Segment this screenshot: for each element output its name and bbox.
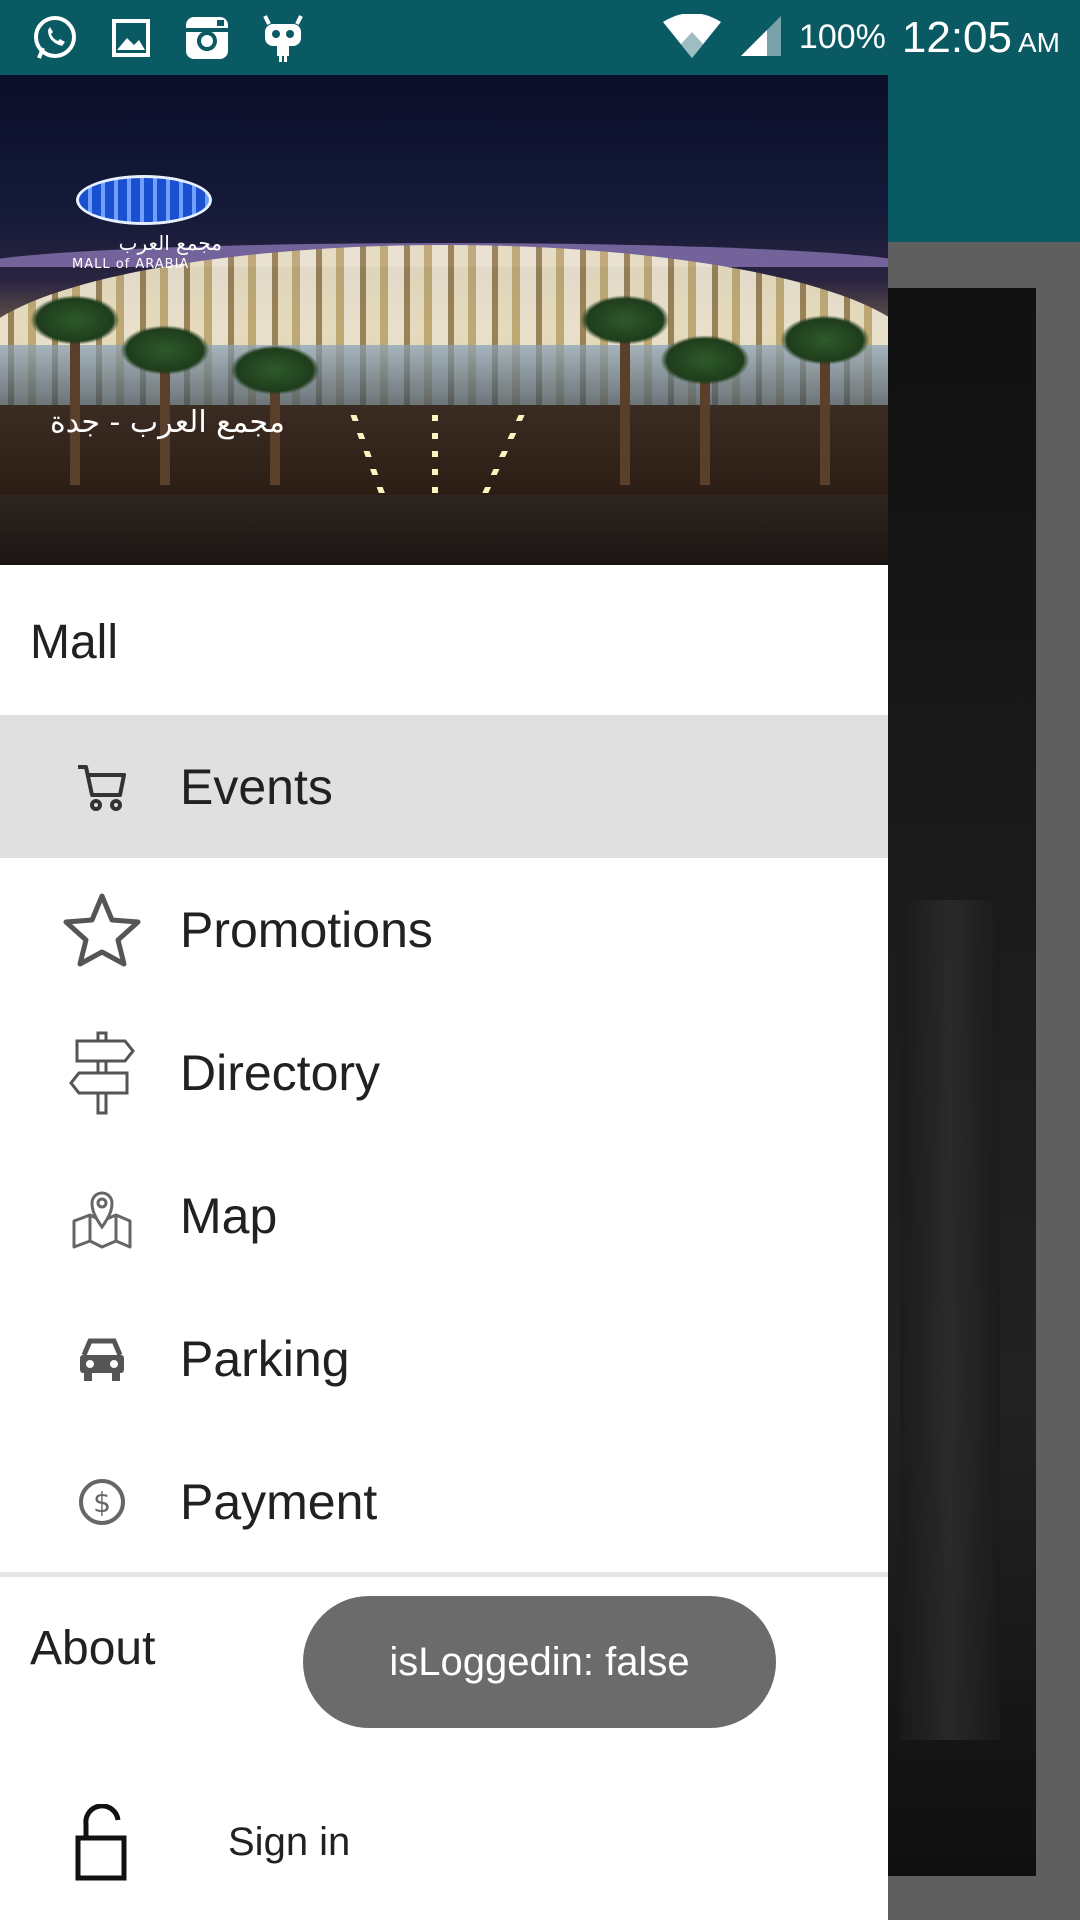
section-label-mall: Mall bbox=[30, 616, 119, 669]
mall-logo-mark bbox=[76, 175, 212, 225]
mall-logo-arabic: مجمع العرب bbox=[118, 231, 222, 255]
section-label-about: About bbox=[30, 1622, 156, 1675]
toast-message: isLoggedin: false bbox=[303, 1596, 776, 1728]
menu-item-label: Directory bbox=[180, 1044, 381, 1101]
star-icon bbox=[60, 893, 144, 967]
instagram-icon bbox=[182, 13, 232, 63]
svg-text:$: $ bbox=[93, 1486, 111, 1519]
cyanogen-icon bbox=[258, 13, 308, 63]
status-bar: 100% 12:05 AM bbox=[0, 0, 1080, 75]
clock-ampm: AM bbox=[1018, 26, 1060, 58]
menu-item-parking[interactable]: Parking bbox=[0, 1287, 888, 1430]
car-icon bbox=[60, 1323, 144, 1395]
status-bar-system: 100% 12:05 AM bbox=[661, 0, 1060, 75]
menu-item-label: Payment bbox=[180, 1473, 378, 1530]
palm-tree bbox=[780, 315, 870, 485]
whatsapp-icon bbox=[30, 13, 80, 63]
section-divider bbox=[0, 1572, 888, 1577]
signal-icon bbox=[739, 14, 783, 62]
signpost-icon bbox=[60, 1031, 144, 1115]
menu-item-events[interactable]: Events bbox=[0, 715, 888, 858]
mall-logo-english: MALL of ARABIA bbox=[72, 257, 190, 272]
menu-item-directory[interactable]: Directory bbox=[0, 1001, 888, 1144]
clock-time: 12:05 bbox=[901, 12, 1012, 62]
dollar-coin-icon: $ bbox=[60, 1466, 144, 1538]
status-bar-notifications bbox=[30, 10, 308, 65]
mall-logo: مجمع العرب MALL of ARABIA bbox=[72, 175, 222, 285]
menu-item-map[interactable]: Map bbox=[0, 1144, 888, 1287]
cart-icon bbox=[60, 751, 144, 823]
menu-item-label: Parking bbox=[180, 1330, 350, 1387]
background-pillar bbox=[900, 900, 1000, 1740]
palm-tree bbox=[580, 295, 670, 485]
menu-item-label: Events bbox=[180, 758, 333, 815]
menu-item-promotions[interactable]: Promotions bbox=[0, 858, 888, 1001]
header-road bbox=[0, 495, 888, 565]
path-lights bbox=[432, 415, 438, 505]
menu-item-label: Promotions bbox=[180, 901, 433, 958]
clock: 12:05 AM bbox=[902, 13, 1060, 63]
menu-item-label: Map bbox=[180, 1187, 278, 1244]
gallery-icon bbox=[106, 13, 156, 63]
drawer-header: مجمع العرب MALL of ARABIA مجمع العرب - ج… bbox=[0, 75, 888, 565]
battery-level: 100% bbox=[798, 18, 886, 56]
palm-tree bbox=[660, 335, 750, 485]
drawer-header-title: مجمع العرب - جدة bbox=[50, 405, 285, 440]
unlock-icon bbox=[72, 1803, 132, 1884]
sign-in-button[interactable]: Sign in bbox=[0, 1770, 888, 1920]
background-app-bar bbox=[888, 75, 1080, 242]
wifi-icon bbox=[661, 12, 723, 62]
sign-in-label: Sign in bbox=[228, 1820, 351, 1864]
menu-item-payment[interactable]: $ Payment bbox=[0, 1430, 888, 1573]
map-icon bbox=[60, 1180, 144, 1252]
